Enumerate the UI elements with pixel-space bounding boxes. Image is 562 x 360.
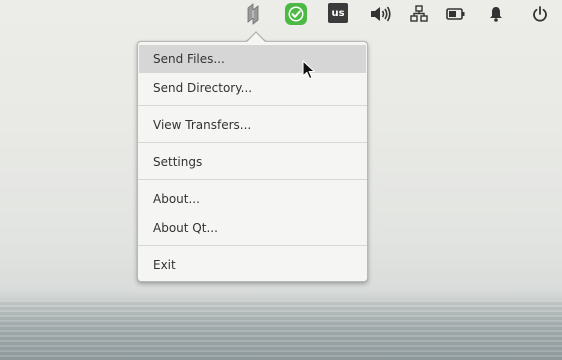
menu-separator [138,142,367,143]
network-icon[interactable] [410,2,428,26]
app-tray-icon[interactable] [243,2,263,26]
power-icon[interactable] [531,2,549,26]
battery-icon[interactable] [446,2,466,26]
menu-item-about[interactable]: About... [139,185,366,213]
menu-item-view-transfers[interactable]: View Transfers... [139,111,366,139]
wallpaper-sea [0,300,562,360]
menu-separator [138,179,367,180]
mouse-cursor-icon [302,60,315,80]
menu-separator [138,245,367,246]
keyboard-layout-indicator[interactable]: us [328,3,348,23]
tray-context-menu: Send Files... Send Directory... View Tra… [137,41,368,282]
menu-item-about-qt[interactable]: About Qt... [139,214,366,242]
notification-bell-icon[interactable] [488,2,504,26]
menu-item-exit[interactable]: Exit [139,251,366,279]
menu-item-send-files[interactable]: Send Files... [139,45,366,73]
check-icon[interactable] [284,2,308,26]
top-panel: us [0,0,562,28]
menu-separator [138,105,367,106]
volume-icon[interactable] [369,2,391,26]
menu-pointer-arrow-fill [246,33,266,43]
menu-item-send-directory[interactable]: Send Directory... [139,74,366,102]
menu-item-settings[interactable]: Settings [139,148,366,176]
